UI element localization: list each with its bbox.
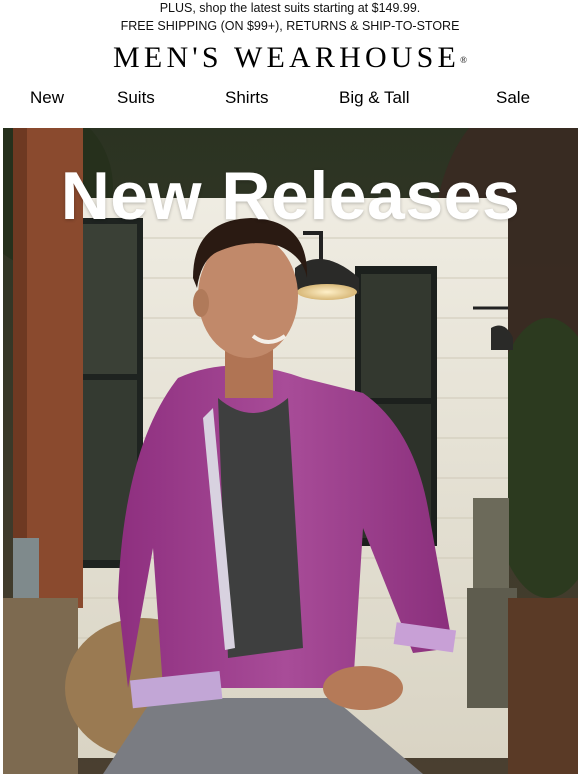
nav-item-shirts[interactable]: Shirts — [225, 88, 268, 108]
brand-logo[interactable]: MEN'S WEARHOUSE® — [0, 41, 580, 75]
brand-logo-text: MEN'S WEARHOUSE — [113, 41, 461, 74]
hero-title: New Releases — [60, 158, 521, 234]
promo-line-suits[interactable]: PLUS, shop the latest suits starting at … — [0, 0, 580, 17]
nav-item-sale[interactable]: Sale — [496, 88, 530, 108]
registered-mark: ® — [460, 55, 467, 65]
main-nav: New Suits Shirts Big & Tall Sale — [0, 88, 580, 110]
nav-item-new[interactable]: New — [30, 88, 64, 108]
promo-line-shipping[interactable]: FREE SHIPPING (ON $99+), RETURNS & SHIP-… — [0, 18, 580, 35]
nav-item-suits[interactable]: Suits — [117, 88, 155, 108]
nav-item-big-tall[interactable]: Big & Tall — [339, 88, 410, 108]
hero-banner[interactable]: New Releases — [3, 128, 578, 774]
